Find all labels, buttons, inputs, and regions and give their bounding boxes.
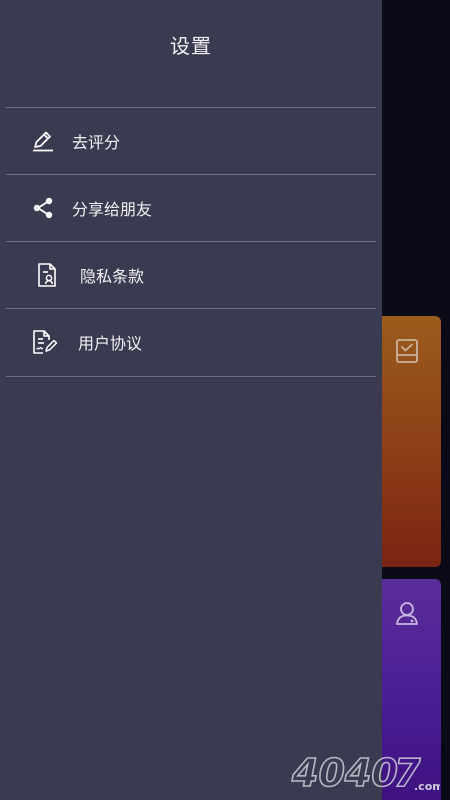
menu-item-share[interactable]: 分享给朋友	[6, 175, 376, 241]
share-icon	[30, 195, 56, 221]
menu-item-label: 去评分	[72, 133, 121, 152]
agreement-doc-icon	[32, 329, 58, 355]
menu-item-label: 隐私条款	[80, 267, 145, 286]
divider	[6, 376, 376, 377]
svg-text:4040: 4040	[291, 751, 398, 794]
drawer-title: 设置	[170, 34, 212, 58]
edit-icon	[30, 128, 56, 154]
privacy-doc-icon	[34, 262, 60, 288]
menu-item-privacy[interactable]: 隐私条款	[6, 242, 376, 308]
menu-item-rate[interactable]: 去评分	[6, 108, 376, 174]
user-icon	[395, 600, 419, 626]
menu-item-label: 用户协议	[78, 334, 143, 353]
svg-text:.com: .com	[414, 780, 440, 793]
menu-item-agreement[interactable]: 用户协议	[6, 309, 376, 375]
checklist-icon	[395, 338, 419, 364]
menu-item-label: 分享给朋友	[72, 200, 153, 219]
watermark-logo: 4040 7 .com	[290, 750, 440, 794]
settings-drawer: 设置 去评分 分享给朋友 隐私条款 用户协议	[0, 0, 382, 800]
